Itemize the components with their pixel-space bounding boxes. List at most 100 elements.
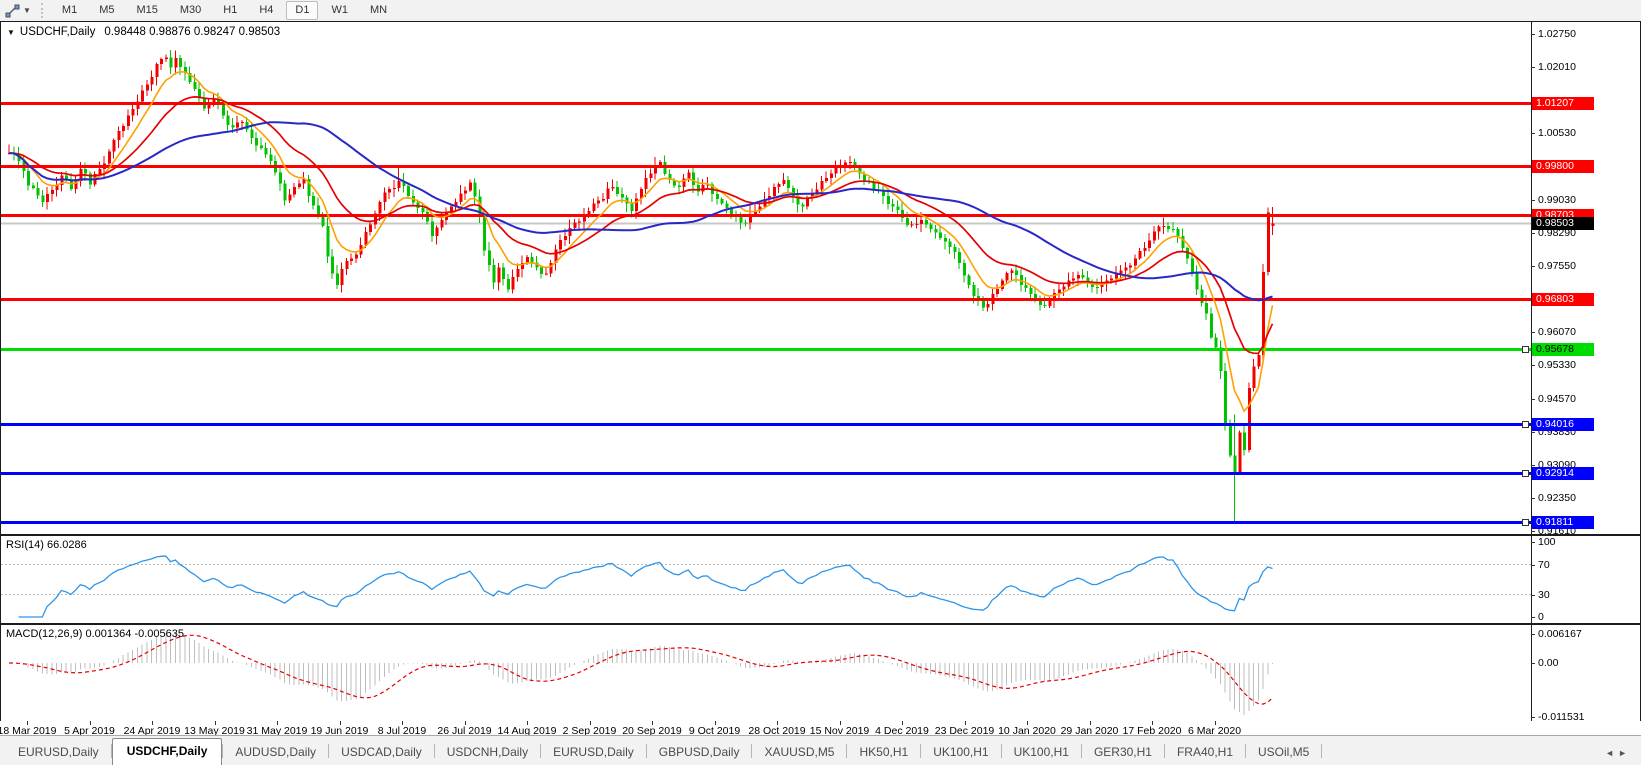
tab-scroll-left-icon[interactable]: ◄ — [1605, 748, 1618, 758]
timeframe-button-m30[interactable]: M30 — [171, 1, 210, 20]
price-tickmark — [1531, 200, 1535, 201]
candle-body — [502, 267, 505, 279]
candle-body — [160, 59, 163, 64]
line-handle — [1522, 519, 1529, 526]
chart-tab-uk100-h1[interactable]: UK100,H1 — [921, 741, 1000, 765]
timeframe-button-m5[interactable]: M5 — [90, 1, 123, 20]
chart-tab-ger30-h1[interactable]: GER30,H1 — [1082, 741, 1164, 765]
candle-body — [493, 265, 496, 283]
timeframe-button-w1[interactable]: W1 — [322, 1, 357, 20]
candle-body — [407, 186, 410, 196]
candle-body — [930, 225, 933, 229]
candle-body — [949, 242, 952, 247]
collapse-triangle-icon[interactable]: ▼ — [7, 28, 15, 37]
candle-body — [1144, 248, 1147, 251]
timeframe-button-d1[interactable]: D1 — [286, 1, 318, 20]
rsi-tickmark — [1531, 595, 1535, 596]
candle-body — [350, 258, 353, 261]
candle-body — [46, 194, 49, 202]
timeframe-button-m1[interactable]: M1 — [53, 1, 86, 20]
candle-body — [559, 240, 562, 249]
price-tickmark — [1531, 133, 1535, 134]
tab-scroll-right-icon[interactable]: ► — [1618, 748, 1631, 758]
chart-tab-fra40-h1[interactable]: FRA40,H1 — [1165, 741, 1245, 765]
candle-body — [265, 148, 268, 155]
candle-body — [331, 257, 334, 274]
candle-body — [113, 140, 116, 151]
horizontal-level-line — [1, 298, 1531, 301]
timeframe-button-mn[interactable]: MN — [361, 1, 396, 20]
price-tick-label: 0.95330 — [1538, 360, 1576, 371]
candle-body — [806, 198, 809, 206]
price-tick-label: 1.00530 — [1538, 128, 1576, 139]
candle-body — [260, 146, 263, 148]
candle-body — [298, 184, 301, 187]
chart-tab-usdchf-daily[interactable]: USDCHF,Daily — [112, 738, 223, 765]
candle-body — [488, 250, 491, 264]
candle-body — [821, 181, 824, 189]
timeframe-button-h1[interactable]: H1 — [214, 1, 246, 20]
candle-body — [393, 188, 396, 189]
level-price-label: 0.99800 — [1532, 160, 1594, 173]
horizontal-level-line — [1, 165, 1531, 168]
price-tick-label: 1.02010 — [1538, 62, 1576, 73]
candle-body — [1167, 226, 1170, 229]
candle-body — [146, 84, 149, 90]
price-tick-label: 0.92350 — [1538, 493, 1576, 504]
macd-chart-canvas[interactable] — [1, 625, 1531, 721]
candle-body — [336, 274, 339, 286]
candle-body — [726, 204, 729, 208]
ohlc-values: 0.98448 0.98876 0.98247 0.98503 — [104, 26, 280, 38]
tab-scroll-arrows: ◄► — [1605, 748, 1631, 758]
candle-body — [51, 190, 54, 194]
price-chart-canvas[interactable] — [1, 22, 1531, 534]
candle-body — [355, 254, 358, 258]
candle-body — [892, 204, 895, 207]
chart-tab-usoil-m5[interactable]: USOil,M5 — [1246, 741, 1321, 765]
candle-body — [897, 207, 900, 210]
horizontal-level-line — [1, 521, 1531, 524]
chart-tab-gbpusd-daily[interactable]: GBPUSD,Daily — [647, 741, 752, 765]
rsi-chart-canvas[interactable] — [1, 536, 1531, 623]
level-price-label: 1.01207 — [1532, 97, 1594, 110]
chart-tab-eurusd-daily[interactable]: EURUSD,Daily — [541, 741, 646, 765]
chart-tab-eurusd-daily[interactable]: EURUSD,Daily — [6, 741, 111, 765]
candle-body — [1030, 288, 1033, 294]
candle-body — [384, 193, 387, 202]
chart-tab-usdcad-daily[interactable]: USDCAD,Daily — [329, 741, 434, 765]
candle-body — [341, 269, 344, 285]
candle-body — [1248, 388, 1251, 450]
chevron-down-icon[interactable]: ▼ — [23, 6, 31, 15]
tab-separator — [1321, 744, 1322, 758]
candle-body — [1058, 290, 1061, 293]
candle-body — [692, 172, 695, 185]
chart-tab-uk100-h1[interactable]: UK100,H1 — [1002, 741, 1081, 765]
candle-body — [365, 232, 368, 245]
current-price-label: 0.98503 — [1532, 217, 1594, 230]
chart-tab-hk50-h1[interactable]: HK50,H1 — [847, 741, 920, 765]
line-studies-icon[interactable] — [5, 4, 20, 18]
candle-body — [1072, 279, 1075, 281]
candle-body — [963, 263, 966, 276]
macd-tickmark — [1531, 663, 1535, 664]
candle-body — [835, 168, 838, 173]
chart-tab-usdcnh-daily[interactable]: USDCNH,Daily — [435, 741, 540, 765]
rsi-tick-label: 0 — [1538, 612, 1544, 623]
candle-body — [616, 187, 619, 194]
candle-body — [1034, 294, 1037, 298]
candle-body — [849, 162, 852, 163]
candle-body — [916, 224, 919, 225]
candle-body — [498, 267, 501, 282]
candle-body — [1139, 251, 1142, 258]
price-pane: ▼USDCHF,Daily0.98448 0.98876 0.98247 0.9… — [0, 21, 1641, 535]
timeframe-button-h4[interactable]: H4 — [250, 1, 282, 20]
candle-body — [118, 131, 121, 140]
macd-label: MACD(12,26,9) 0.001364 -0.005635 — [6, 628, 184, 640]
candle-body — [574, 223, 577, 228]
chart-tab-audusd-daily[interactable]: AUDUSD,Daily — [223, 741, 328, 765]
candle-body — [564, 236, 567, 240]
chart-tab-xauusd-m5[interactable]: XAUUSD,M5 — [752, 741, 846, 765]
price-tickmark — [1531, 399, 1535, 400]
timeframe-button-m15[interactable]: M15 — [127, 1, 166, 20]
candle-body — [398, 181, 401, 188]
